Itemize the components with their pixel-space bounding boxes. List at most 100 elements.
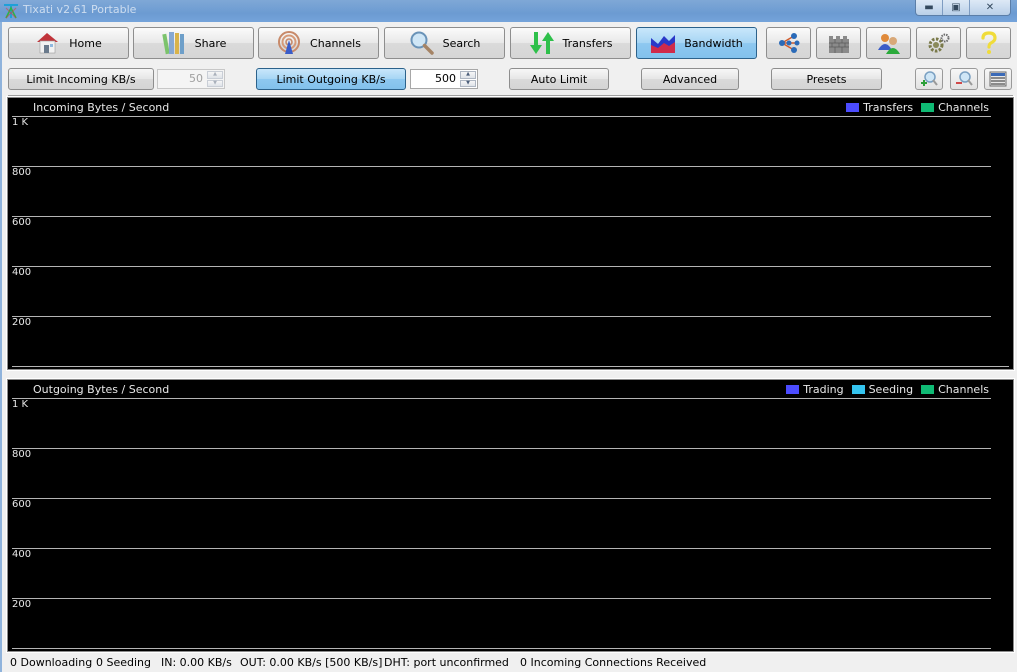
auto-limit-button[interactable]: Auto Limit: [509, 68, 609, 90]
legend-label: Transfers: [863, 101, 914, 114]
status-in-rate: IN: 0.00 KB/s: [161, 656, 232, 669]
nav-bandwidth-label: Bandwidth: [684, 36, 743, 50]
network-button[interactable]: [766, 27, 811, 59]
limit-incoming-spinner[interactable]: 50 ▲ ▼: [157, 69, 225, 89]
y-tick-label: 400: [12, 267, 32, 278]
chart-gridline: [12, 216, 991, 217]
y-tick-label: 1 K: [12, 399, 29, 410]
maximize-button[interactable]: ▣: [942, 0, 969, 15]
users-icon: [877, 34, 900, 54]
minimize-icon: ▬: [924, 2, 934, 13]
nav-channels-button[interactable]: Channels: [258, 27, 379, 59]
presets-button[interactable]: Presets: [771, 68, 882, 90]
users-button[interactable]: [866, 27, 911, 59]
chart-title: Incoming Bytes / Second: [33, 101, 170, 114]
window-controls: ▬ ▣ ✕: [915, 0, 1011, 16]
limit-outgoing-value: 500: [435, 72, 456, 85]
legend-swatch: [846, 103, 860, 112]
chart-gridline: [12, 398, 991, 399]
zoom-in-button[interactable]: [915, 68, 943, 90]
title-bar: Tixati v2.61 Portable ▬ ▣ ✕: [0, 0, 1017, 22]
nav-transfers-button[interactable]: Transfers: [510, 27, 631, 59]
legend-item-channels: Channels: [921, 383, 989, 396]
y-tick-label: 200: [12, 317, 32, 328]
legend-label: Seeding: [868, 383, 914, 396]
legend-swatch: [921, 103, 935, 112]
window-title: Tixati v2.61 Portable: [23, 3, 137, 16]
advanced-label: Advanced: [662, 72, 718, 86]
chart-gridline: [12, 166, 991, 167]
legend-label: Channels: [938, 383, 989, 396]
toolbar-separator: [8, 95, 1013, 96]
close-icon: ✕: [985, 2, 995, 13]
legend-item-seeding: Seeding: [851, 383, 914, 396]
chart-gridline: [12, 548, 991, 549]
limit-incoming-value: 50: [189, 72, 203, 85]
incoming-bandwidth-chart: Incoming Bytes / Second Transfers Channe…: [6, 96, 1015, 371]
status-seeding: 0 Seeding: [96, 656, 152, 669]
limit-outgoing-spinner[interactable]: 500 ▲ ▼: [410, 69, 478, 89]
legend-item-trading: Trading: [786, 383, 844, 396]
help-icon: [980, 31, 997, 54]
help-button[interactable]: [966, 27, 1011, 59]
nav-transfers-label: Transfers: [562, 36, 613, 50]
maximize-icon: ▣: [951, 2, 961, 13]
up-down-arrows-icon: [529, 32, 554, 54]
nav-search-button[interactable]: Search: [384, 27, 505, 59]
chart-legend: Trading Seeding Channels: [786, 383, 989, 396]
magnifier-icon: [410, 31, 434, 55]
y-tick-label: 800: [12, 167, 32, 178]
chart-gridline: [12, 116, 991, 117]
chart-gridline: [12, 598, 991, 599]
layout-button[interactable]: [984, 68, 1012, 90]
nav-bandwidth-button[interactable]: Bandwidth: [636, 27, 757, 59]
gears-icon: [928, 33, 949, 53]
legend-swatch: [851, 385, 865, 394]
limit-incoming-toggle[interactable]: Limit Incoming KB/s: [8, 68, 154, 90]
status-incoming-connections: 0 Incoming Connections Received: [520, 656, 707, 669]
zoom-in-icon: [921, 71, 938, 86]
chart-title: Outgoing Bytes / Second: [33, 383, 170, 396]
chart-legend: Transfers Channels: [846, 101, 989, 114]
minimize-button[interactable]: ▬: [916, 0, 942, 15]
legend-label: Channels: [938, 101, 989, 114]
limit-outgoing-label: Limit Outgoing KB/s: [276, 72, 386, 86]
layout-icon: [989, 71, 1007, 87]
firewall-button[interactable]: [816, 27, 861, 59]
legend-label: Trading: [803, 383, 844, 396]
zoom-out-icon: [956, 71, 973, 86]
firewall-icon: [828, 36, 849, 53]
legend-item-transfers: Transfers: [846, 101, 913, 114]
nav-share-label: Share: [194, 36, 227, 50]
advanced-button[interactable]: Advanced: [641, 68, 739, 90]
chart-gridline: [12, 448, 991, 449]
spin-down-button[interactable]: ▼: [207, 79, 223, 87]
close-button[interactable]: ✕: [969, 0, 1010, 15]
spin-up-button[interactable]: ▲: [207, 71, 223, 79]
status-out-rate: OUT: 0.00 KB/s [500 KB/s]: [240, 656, 383, 669]
status-downloading: 0 Downloading: [10, 656, 93, 669]
chart-gridline: [12, 498, 991, 499]
spin-up-button[interactable]: ▲: [460, 71, 476, 79]
nav-home-label: Home: [69, 36, 102, 50]
y-tick-label: 600: [12, 217, 32, 228]
limit-outgoing-toggle[interactable]: Limit Outgoing KB/s: [256, 68, 406, 90]
presets-label: Presets: [806, 72, 847, 86]
settings-button[interactable]: [916, 27, 961, 59]
y-tick-label: 1 K: [12, 117, 29, 128]
home-icon: [37, 33, 59, 54]
y-tick-label: 600: [12, 499, 32, 510]
legend-item-channels: Channels: [921, 101, 989, 114]
chart-baseline: [12, 648, 991, 649]
legend-swatch: [921, 385, 935, 394]
chart-gridline: [12, 266, 991, 267]
network-nodes-icon: [778, 33, 799, 53]
nav-channels-label: Channels: [310, 36, 361, 50]
broadcast-icon: [278, 31, 301, 54]
nav-home-button[interactable]: Home: [8, 27, 129, 59]
bandwidth-graph-icon: [651, 35, 676, 53]
tixati-logo-icon: [4, 4, 18, 19]
zoom-out-button[interactable]: [950, 68, 978, 90]
nav-share-button[interactable]: Share: [133, 27, 254, 59]
spin-down-button[interactable]: ▼: [460, 79, 476, 87]
